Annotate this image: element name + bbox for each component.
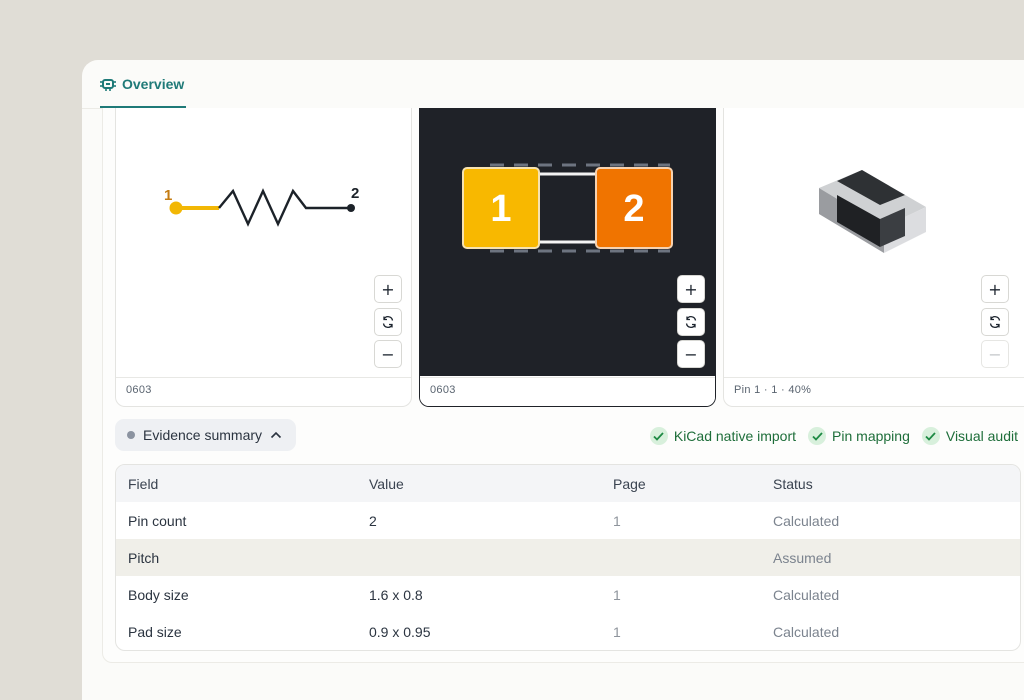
field-cell: Pin count — [128, 513, 187, 529]
status-cell: Assumed — [773, 550, 832, 566]
check-icon — [808, 427, 827, 445]
check-icon — [921, 427, 940, 445]
tab-overview-label: Overview — [122, 76, 185, 92]
zoom-out-button[interactable]: − — [677, 340, 705, 368]
zoom-in-button[interactable]: + — [374, 275, 402, 303]
verification-chips: KiCad native import Pin mapping Visual a… — [649, 427, 1018, 445]
table-row[interactable]: Pitch Assumed — [116, 539, 1020, 576]
evidence-summary-toggle[interactable]: Evidence summary — [115, 419, 297, 451]
table-header: Field Value Page Status — [116, 465, 1020, 502]
value-cell: 0.9 x 0.95 — [369, 624, 431, 640]
check-pin-mapping: Pin mapping — [808, 427, 910, 445]
component-3d-model — [819, 170, 926, 253]
column-header-value[interactable]: Value — [369, 476, 404, 492]
reset-view-button[interactable] — [677, 308, 705, 336]
table-row[interactable]: Pad size 0.9 x 0.95 1 Calculated — [116, 613, 1020, 650]
zoom-in-button[interactable]: + — [981, 275, 1009, 303]
page-cell: 1 — [613, 624, 621, 640]
model-3d-panel: + − Pin 1 · 1 · 40% — [723, 108, 1024, 407]
column-header-page[interactable]: Page — [613, 476, 646, 492]
resistor-symbol: 1 2 — [164, 185, 359, 227]
value-cell: 2 — [369, 513, 377, 529]
model-3d-canvas[interactable] — [724, 108, 1024, 376]
refresh-icon — [989, 316, 1001, 328]
status-dot — [127, 431, 135, 439]
tab-bar: Overview — [82, 60, 1024, 109]
value-cell: 1.6 x 0.8 — [369, 587, 423, 603]
footprint-footer: 0603 — [420, 377, 715, 406]
evidence-table: Field Value Page Status Pin count 2 1 Ca… — [115, 464, 1021, 651]
page-cell: 1 — [613, 513, 621, 529]
refresh-icon — [382, 316, 394, 328]
zoom-in-button[interactable]: + — [677, 275, 705, 303]
check-label: KiCad native import — [673, 428, 797, 444]
tab-overview[interactable]: Overview — [100, 76, 187, 108]
table-row[interactable]: Body size 1.6 x 0.8 1 Calculated — [116, 576, 1020, 613]
pad-2-label: 2 — [623, 188, 644, 230]
window: Overview 1 2 + − 0603 1 2 + − 0603 + − P… — [0, 0, 1024, 700]
footprint-canvas[interactable]: 1 2 — [420, 108, 715, 376]
field-cell: Body size — [128, 587, 189, 603]
schematic-panel: 1 2 + − 0603 — [115, 108, 412, 407]
schematic-canvas[interactable]: 1 2 — [116, 108, 411, 376]
check-label: Pin mapping — [832, 428, 910, 444]
check-kicad-import: KiCad native import — [649, 427, 797, 445]
field-cell: Pitch — [128, 550, 160, 566]
field-cell: Pad size — [128, 624, 182, 640]
column-header-field[interactable]: Field — [128, 476, 158, 492]
status-cell: Calculated — [773, 624, 840, 640]
pin-2-label: 2 — [351, 185, 359, 202]
status-cell: Calculated — [773, 587, 840, 603]
check-visual-audit: Visual audit — [921, 427, 1018, 445]
column-header-status[interactable]: Status — [773, 476, 813, 492]
zoom-out-button[interactable]: − — [374, 340, 402, 368]
page-cell: 1 — [613, 587, 621, 603]
chip-icon — [100, 79, 116, 91]
footprint-drawing: 1 2 — [462, 163, 673, 253]
reset-view-button[interactable] — [981, 308, 1009, 336]
model-3d-footer: Pin 1 · 1 · 40% — [724, 377, 1024, 406]
schematic-footer: 0603 — [116, 377, 411, 406]
table-row[interactable]: Pin count 2 1 Calculated — [116, 502, 1020, 539]
pad-1-label: 1 — [490, 188, 511, 230]
evidence-summary-label: Evidence summary — [143, 427, 263, 443]
footprint-panel: 1 2 + − 0603 — [419, 108, 716, 407]
check-icon — [649, 427, 668, 445]
reset-view-button[interactable] — [374, 308, 402, 336]
refresh-icon — [685, 316, 697, 328]
status-cell: Calculated — [773, 513, 840, 529]
chevron-up-icon — [270, 431, 282, 439]
check-label: Visual audit — [945, 428, 1018, 444]
zoom-out-button[interactable]: − — [981, 340, 1009, 368]
pin-1-label: 1 — [164, 187, 172, 204]
